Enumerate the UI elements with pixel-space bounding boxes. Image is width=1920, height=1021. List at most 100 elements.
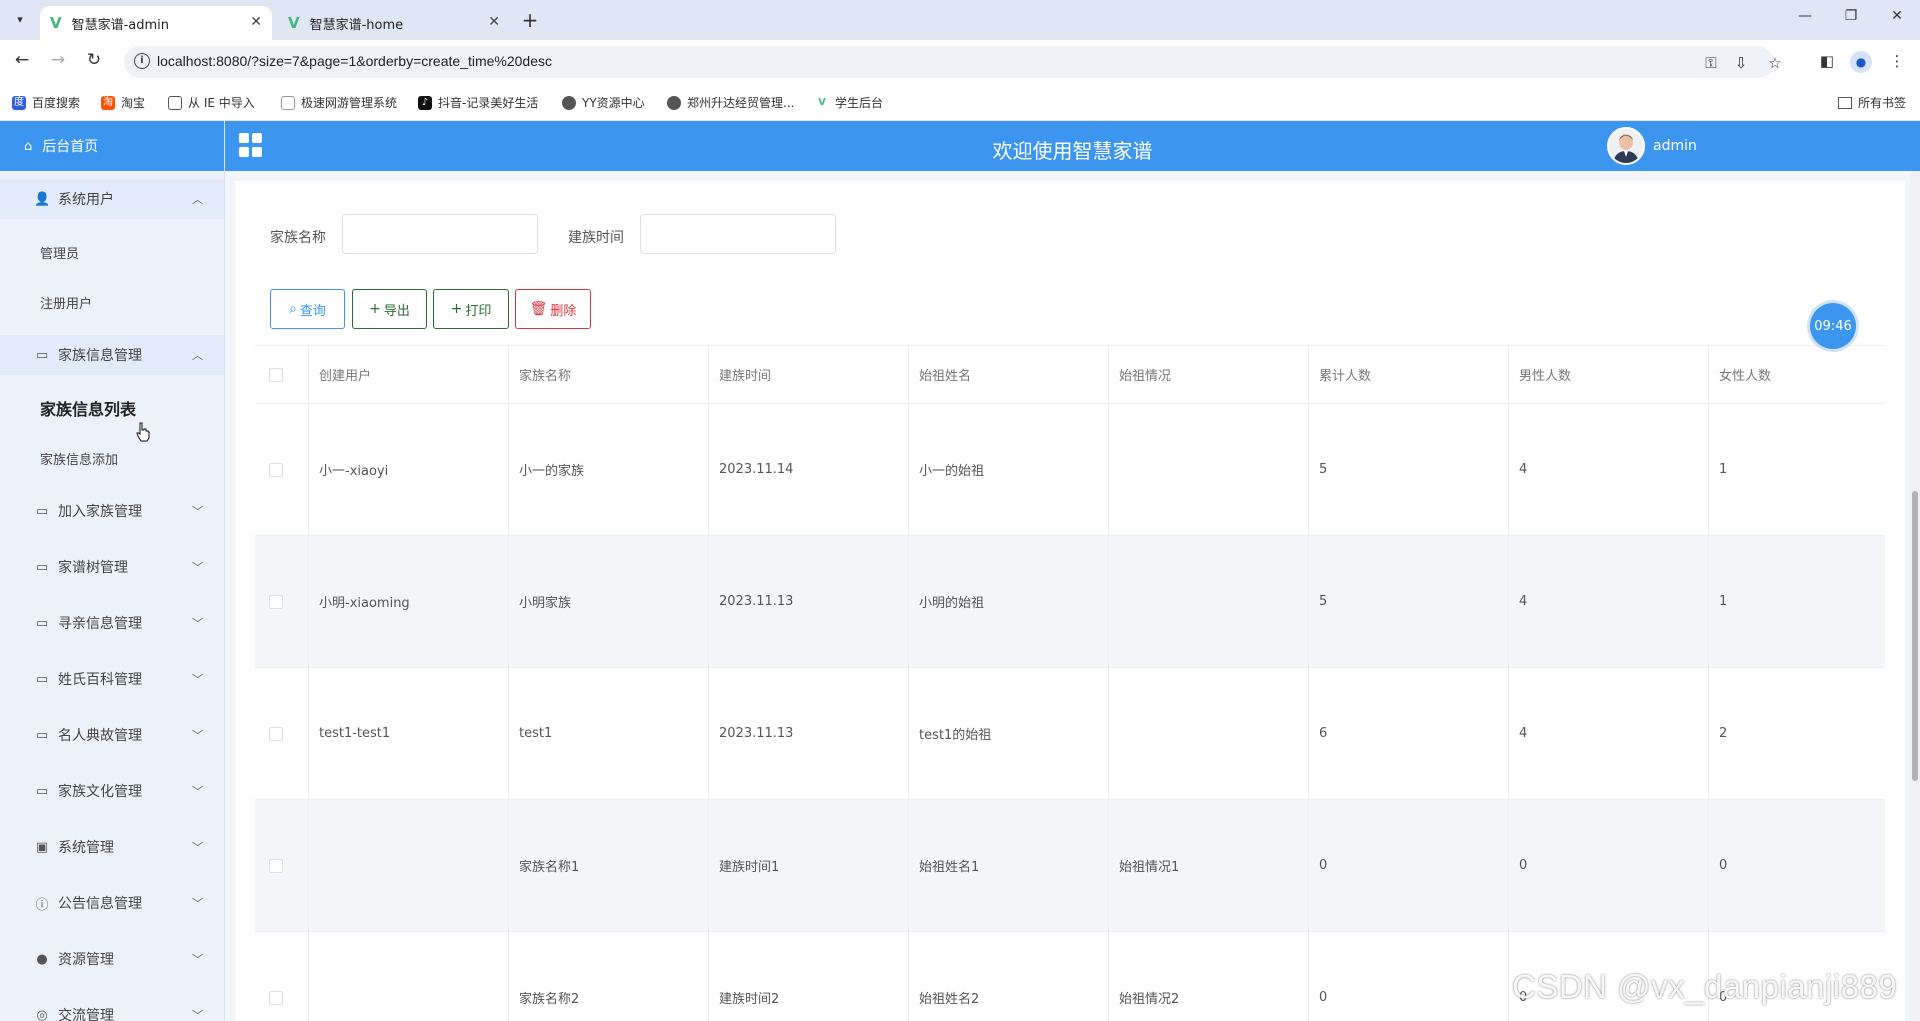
key-icon[interactable]: ⚿ [1701, 54, 1721, 72]
table-cell: 1 [1719, 462, 1728, 477]
column-header[interactable]: 累计人数 [1309, 346, 1509, 403]
install-app-icon[interactable]: ⇩ [1731, 54, 1751, 72]
all-bookmarks[interactable]: 所有书签 [1837, 94, 1906, 111]
table-cell: 2 [1719, 726, 1728, 741]
sidebar-sub-family-add[interactable]: 家族信息添加 [0, 438, 224, 478]
family-name-input[interactable] [342, 214, 538, 254]
column-header[interactable]: 建族时间 [709, 346, 909, 403]
table-header-row: 创建用户 家族名称 建族时间 始祖姓名 始祖情况 累计人数 男性人数 女性人数 [255, 346, 1885, 404]
bookmark-star-icon[interactable]: ☆ [1765, 54, 1785, 72]
table-cell: 0 [1309, 932, 1509, 1021]
print-button[interactable]: + 打印 [433, 289, 509, 329]
row-checkbox[interactable] [269, 990, 283, 1005]
column-header[interactable]: 创建用户 [309, 346, 509, 403]
table-row[interactable]: test1-test1 test1 2023.11.13 test1的始祖 6 … [255, 668, 1885, 800]
table-cell: 小明-xiaoming [309, 536, 509, 667]
column-header[interactable]: 始祖情况 [1109, 346, 1309, 403]
column-header[interactable]: 家族名称 [509, 346, 709, 403]
reload-icon[interactable]: ↻ [82, 50, 106, 70]
row-checkbox[interactable] [269, 858, 283, 873]
scrollbar-thumb[interactable] [1912, 491, 1918, 781]
sidebar-item-join-family[interactable]: ▭ 加入家族管理 ﹀ [0, 491, 224, 531]
table-cell: 2023.11.14 [709, 404, 909, 535]
close-tab-icon[interactable]: ✕ [250, 14, 262, 30]
folder-icon: ▭ [35, 615, 49, 631]
browser-tab-admin[interactable]: V 智慧家谱-admin ✕ [40, 6, 272, 40]
back-icon[interactable]: ← [10, 50, 34, 70]
table-row[interactable]: 小明-xiaoming 小明家族 2023.11.13 小明的始祖 5 4 1 [255, 536, 1885, 668]
sidebar-item-communication[interactable]: ◎ 交流管理 ﹀ [0, 995, 224, 1021]
bookmark-item[interactable]: 淘淘宝 [101, 94, 145, 111]
minimize-icon[interactable]: — [1793, 8, 1817, 24]
table-cell: 4 [1509, 668, 1709, 799]
column-header[interactable]: 女性人数 [1709, 346, 1885, 403]
vue-logo-icon: V [815, 95, 829, 110]
browser-tab-home[interactable]: V 智慧家谱-home ✕ [278, 6, 510, 40]
table-cell: test1-test1 [309, 668, 509, 799]
table-cell [1109, 668, 1309, 799]
page-icon [281, 95, 295, 110]
bookmark-item[interactable]: 郑州升达经贸管理... [667, 94, 794, 111]
sidebar-sub-admins[interactable]: 管理员 [0, 232, 224, 272]
row-select-cell [255, 668, 309, 799]
bookmark-item[interactable]: V 学生后台 [815, 94, 883, 111]
sidebar-item-surname-wiki[interactable]: ▭ 姓氏百科管理 ﹀ [0, 659, 224, 699]
avatar-portrait-icon [1609, 129, 1643, 163]
folder-icon: ▭ [35, 503, 49, 519]
column-header[interactable]: 始祖姓名 [909, 346, 1109, 403]
row-checkbox[interactable] [269, 594, 283, 609]
sidebar-item-family-info[interactable]: ▭ 家族信息管理 ︿ [0, 335, 224, 375]
page-scrollbar[interactable] [1910, 171, 1920, 1021]
close-window-icon[interactable]: ✕ [1885, 8, 1909, 24]
avatar[interactable] [1607, 127, 1645, 165]
sidebar-item-celebrity-stories[interactable]: ▭ 名人典故管理 ﹀ [0, 715, 224, 755]
tab-search-chevron-icon[interactable]: ▾ [8, 7, 32, 31]
query-button[interactable]: ⌕ 查询 [270, 289, 345, 329]
table-row[interactable]: 小一-xiaoyi 小一的家族 2023.11.14 小一的始祖 5 4 1 [255, 404, 1885, 536]
site-info-icon[interactable]: i [134, 53, 150, 69]
sidebar-item-seek-relatives[interactable]: ▭ 寻亲信息管理 ﹀ [0, 603, 224, 643]
sidebar-sub-registered-users[interactable]: 注册用户 [0, 282, 224, 322]
table-row[interactable]: 家族名称1 建族时间1 始祖姓名1 始祖情况1 0 0 0 [255, 800, 1885, 932]
url-input[interactable]: i localhost:8080/?size=7&page=1&orderby=… [124, 46, 1782, 78]
bookmark-item[interactable]: ♪ 抖音-记录美好生活 [418, 94, 538, 111]
trash-icon: 🗑 [529, 301, 548, 317]
floating-clock-badge[interactable]: 09:46 [1810, 303, 1856, 349]
bookmark-item[interactable]: 从 IE 中导入 [168, 94, 255, 111]
table-cell: 0 [1309, 800, 1509, 931]
search-icon: ⌕ [289, 301, 297, 317]
table-cell [1109, 404, 1309, 535]
row-checkbox[interactable] [269, 726, 283, 741]
bookmark-item[interactable]: 极速网游管理系统 [281, 94, 397, 111]
table-cell [309, 932, 509, 1021]
user-name[interactable]: admin [1653, 138, 1697, 154]
sidebar-item-resources[interactable]: ● 资源管理 ﹀ [0, 939, 224, 979]
globe-icon [667, 95, 681, 110]
sidebar: ⌂ 后台首页 👤 系统用户 ︿ 管理员 注册用户 ▭ 家族信息管理 ︿ 家族信息… [0, 121, 225, 1021]
column-header[interactable]: 男性人数 [1509, 346, 1709, 403]
chevron-up-icon: ︿ [192, 349, 203, 362]
sidebar-home[interactable]: ⌂ 后台首页 [0, 121, 224, 171]
forward-icon[interactable]: → [46, 50, 70, 70]
tab-title: 智慧家谱-admin [71, 17, 170, 33]
restore-icon[interactable]: ❐ [1839, 8, 1863, 24]
select-all-checkbox[interactable] [269, 367, 283, 382]
new-tab-button[interactable]: + [518, 8, 542, 32]
sidebar-sub-family-list[interactable]: 家族信息列表 [0, 388, 224, 428]
export-button[interactable]: + 导出 [352, 289, 427, 329]
sidebar-item-family-culture[interactable]: ▭ 家族文化管理 ﹀ [0, 771, 224, 811]
sidebar-item-system-users[interactable]: 👤 系统用户 ︿ [0, 179, 224, 219]
profile-icon[interactable]: ● [1850, 51, 1872, 73]
sidebar-item-announcements[interactable]: ⓘ 公告信息管理 ﹀ [0, 883, 224, 923]
found-time-input[interactable] [640, 214, 836, 254]
bookmark-item[interactable]: 度百度搜索 [12, 94, 80, 111]
sidebar-item-family-tree[interactable]: ▭ 家谱树管理 ﹀ [0, 547, 224, 587]
side-panel-icon[interactable]: ◧ [1816, 52, 1838, 70]
delete-button[interactable]: 🗑 删除 [515, 289, 591, 329]
close-tab-icon[interactable]: ✕ [488, 14, 500, 30]
sidebar-item-system-admin[interactable]: ▣ 系统管理 ﹀ [0, 827, 224, 867]
menu-kebab-icon[interactable]: ⋮ [1886, 52, 1908, 70]
bookmark-item[interactable]: YY资源中心 [562, 94, 645, 111]
row-checkbox[interactable] [269, 462, 283, 477]
chevron-down-icon: ﹀ [192, 505, 203, 518]
